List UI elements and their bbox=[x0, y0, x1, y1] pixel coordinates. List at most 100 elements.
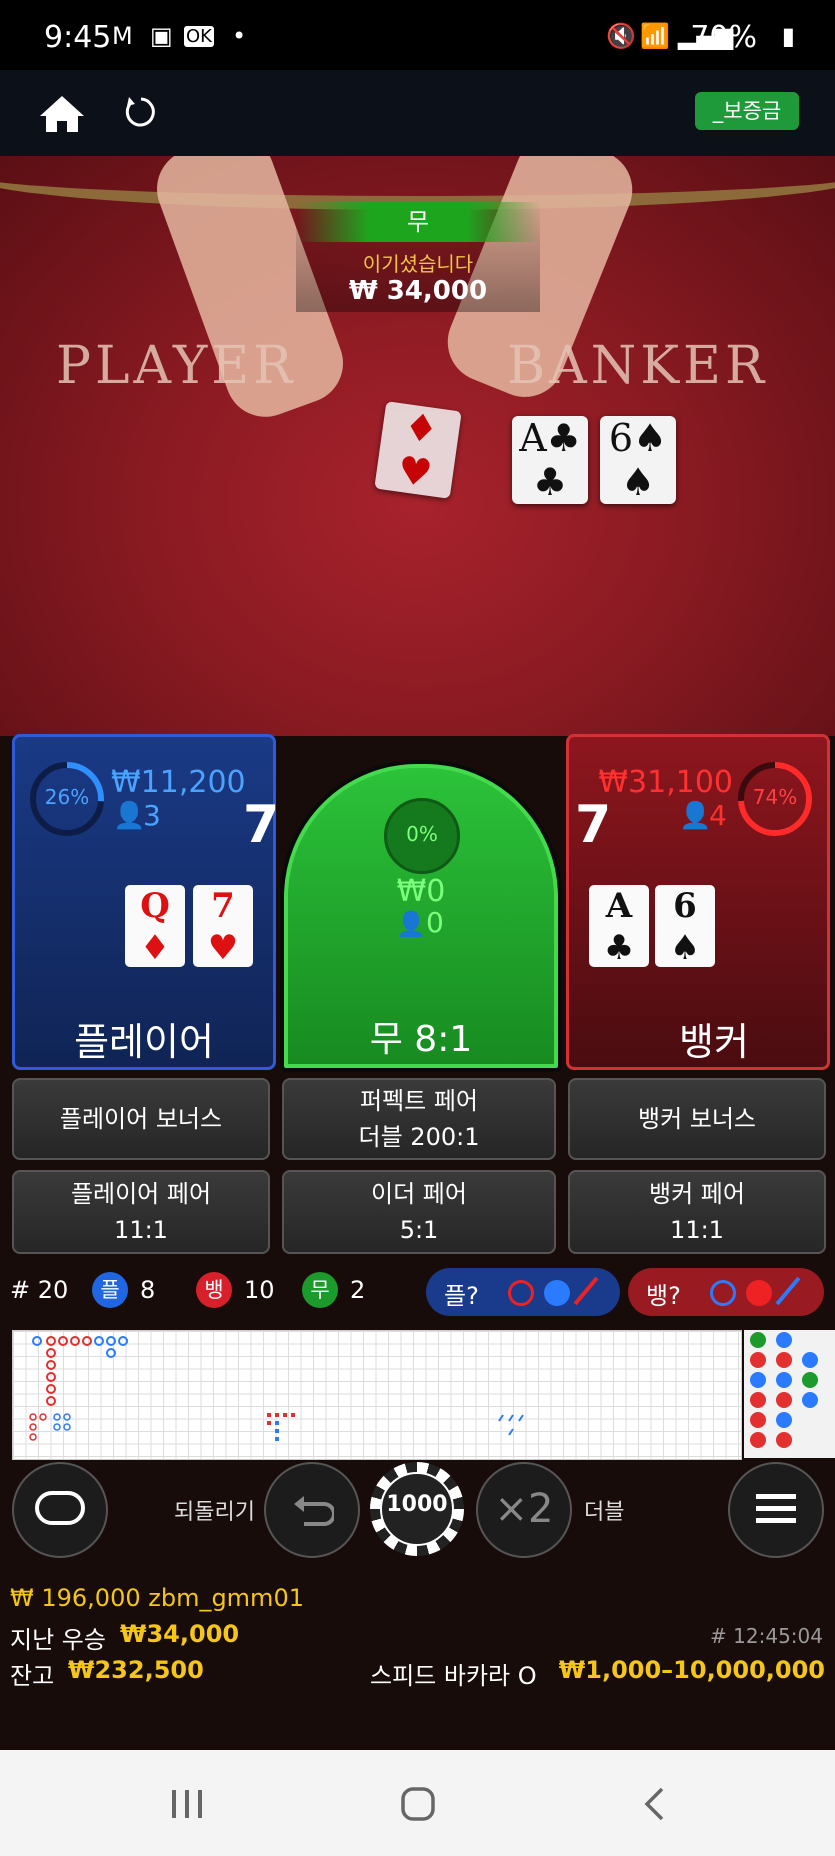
back-icon[interactable] bbox=[642, 1786, 666, 1822]
tie-percent: 0% bbox=[406, 822, 438, 846]
double-button[interactable]: ×2 bbox=[476, 1462, 572, 1558]
banker-pair-label: 뱅커 페어 bbox=[649, 1180, 745, 1208]
predict-cockroach-icon bbox=[573, 1276, 599, 1306]
double-label: 더블 bbox=[584, 1500, 625, 1525]
player-pair-odds: 11:1 bbox=[114, 1216, 168, 1244]
table-name: 스피드 바카라 O bbox=[370, 1662, 537, 1690]
hamburger-icon bbox=[756, 1494, 796, 1523]
result-amount: ₩ 34,000 bbox=[348, 276, 488, 306]
banker-bettor-icon: 👤 bbox=[679, 801, 712, 831]
mute-icon: 🔇 bbox=[606, 22, 636, 50]
either-pair-button[interactable]: 이더 페어 5:1 bbox=[282, 1170, 556, 1254]
tie-bet-zone[interactable]: 0% ₩0 👤 0 무 8:1 bbox=[280, 760, 562, 1072]
player-pair-button[interactable]: 플레이어 페어 11:1 bbox=[12, 1170, 270, 1254]
status-time: 9:45 bbox=[44, 20, 112, 55]
result-banner: 무 이기셨습니다 ₩ 34,000 bbox=[296, 202, 540, 312]
banker-bonus-button[interactable]: 뱅커 보너스 bbox=[568, 1078, 826, 1160]
round-time: # 12:45:04 bbox=[710, 1624, 823, 1648]
predict-small-road-icon bbox=[544, 1280, 570, 1306]
banker-stat-badge: 뱅 bbox=[196, 1272, 232, 1308]
banker-pair-button[interactable]: 뱅커 페어 11:1 bbox=[568, 1170, 826, 1254]
video-card-banker-1: A♣ ♣ bbox=[512, 416, 588, 504]
table-view-button[interactable] bbox=[12, 1462, 108, 1558]
live-video: PLAYER BANKER ♦ ♥ A♣ ♣ 6♠ ♠ 무 이기셨습니다 ₩ 34,0… bbox=[0, 156, 835, 736]
notification-dot-icon: • bbox=[232, 22, 247, 50]
bet-limits: ₩1,000–10,000,000 bbox=[558, 1656, 825, 1684]
player-pair-label: 플레이어 페어 bbox=[70, 1180, 212, 1208]
video-card-banker-2: 6♠ ♠ bbox=[600, 416, 676, 504]
stats-row: # 20 플 8 뱅 10 무 2 플? 뱅? bbox=[10, 1268, 830, 1316]
tie-bettor-icon: 👤 bbox=[396, 910, 426, 938]
banker-card-1: A ♣ bbox=[589, 885, 649, 968]
roadmap-marks bbox=[29, 1336, 524, 1441]
perfect-pair-button[interactable]: 퍼펙트 페어 더블 200:1 bbox=[282, 1078, 556, 1160]
menu-button[interactable] bbox=[728, 1462, 824, 1558]
player-bettor-icon: 👤 bbox=[113, 801, 146, 831]
round-number: # 20 bbox=[10, 1276, 69, 1304]
banker-bet-zone[interactable]: 74% ₩31,100 👤 4 7 A ♣ 6 ♠ 뱅커 bbox=[566, 734, 830, 1070]
tie-bettors: 0 bbox=[426, 906, 444, 939]
last-win-label: 지난 우승 bbox=[10, 1626, 106, 1654]
undo-label: 되돌리기 bbox=[174, 1500, 255, 1525]
tie-stat-count: 2 bbox=[350, 1276, 366, 1304]
refresh-icon[interactable] bbox=[124, 94, 158, 130]
battery-level: 70% bbox=[690, 20, 757, 55]
gallery-icon: ▣ bbox=[150, 22, 173, 50]
banker-score: 7 bbox=[575, 795, 612, 855]
banker-bonus-label: 뱅커 보너스 bbox=[637, 1105, 757, 1133]
player-amount: ₩11,200 bbox=[111, 765, 246, 800]
recents-icon[interactable] bbox=[170, 1788, 204, 1820]
roadmap-grid[interactable] bbox=[12, 1330, 742, 1460]
player-bettors: 3 bbox=[143, 799, 161, 832]
table-print: PLAYER BANKER bbox=[56, 336, 816, 396]
result-message: 이기셨습니다 bbox=[362, 252, 474, 276]
perfect-pair-odds: 더블 200:1 bbox=[358, 1123, 480, 1151]
player-stat-badge: 플 bbox=[92, 1272, 128, 1308]
balance-amount: ₩232,500 bbox=[68, 1656, 204, 1684]
banker-predict-label: 뱅? bbox=[646, 1282, 681, 1310]
banker-bettors: 4 bbox=[709, 799, 727, 832]
deposit-button[interactable]: _보증금 bbox=[695, 92, 799, 130]
double-icon: ×2 bbox=[494, 1486, 554, 1532]
table-text-player: PLAYER bbox=[56, 336, 297, 396]
table-text-banker: BANKER bbox=[506, 336, 769, 396]
player-predict-label: 플? bbox=[444, 1282, 479, 1310]
player-percent: 26% bbox=[44, 785, 90, 809]
banker-percent: 74% bbox=[752, 785, 798, 809]
banker-predict-button[interactable]: 뱅? bbox=[628, 1268, 824, 1316]
player-bet-zone[interactable]: 26% ₩11,200 👤 3 7 Q ♦ 7 ♥ 플레이어 bbox=[12, 734, 280, 1070]
tie-amount: ₩0 bbox=[396, 874, 446, 909]
player-predict-button[interactable]: 플? bbox=[426, 1268, 620, 1316]
wifi-icon: 📶 bbox=[640, 22, 670, 50]
banker-amount: ₩31,100 bbox=[598, 765, 733, 800]
balance-label: 잔고 bbox=[10, 1662, 55, 1690]
player-card-2: 7 ♥ bbox=[193, 885, 253, 968]
bead-road[interactable] bbox=[744, 1330, 835, 1458]
home-icon[interactable] bbox=[38, 94, 86, 134]
table-icon bbox=[35, 1491, 85, 1525]
system-nav-bar bbox=[0, 1750, 835, 1856]
predict-cockroach-icon bbox=[775, 1276, 801, 1306]
player-score: 7 bbox=[243, 795, 280, 855]
bead-road-marks bbox=[750, 1332, 818, 1448]
chip-selector[interactable]: 1000 bbox=[370, 1462, 464, 1556]
either-pair-label: 이더 페어 bbox=[371, 1180, 467, 1208]
predict-big-road-icon bbox=[508, 1280, 534, 1306]
player-stat-count: 8 bbox=[140, 1276, 156, 1304]
tie-label: 무 8:1 bbox=[369, 1019, 473, 1060]
tie-stat-badge: 무 bbox=[302, 1272, 338, 1308]
status-bar: 9:45 M ▣ OK • 🔇 📶 ▂▄▆ 70% ▮ bbox=[0, 0, 835, 70]
undo-button[interactable] bbox=[264, 1462, 360, 1558]
video-card-player: ♦ ♥ bbox=[374, 401, 462, 499]
top-bar: _보증금 bbox=[0, 70, 835, 156]
user-balance: ₩ 196,000 zbm_gmm01 bbox=[10, 1584, 304, 1612]
banker-stat-count: 10 bbox=[244, 1276, 275, 1304]
battery-icon: ▮ bbox=[781, 22, 795, 50]
either-pair-odds: 5:1 bbox=[399, 1216, 439, 1244]
banker-pair-odds: 11:1 bbox=[670, 1216, 724, 1244]
banker-card-2: 6 ♠ bbox=[655, 885, 715, 968]
home-nav-icon[interactable] bbox=[400, 1786, 436, 1822]
last-win-amount: ₩34,000 bbox=[120, 1620, 240, 1648]
player-bonus-button[interactable]: 플레이어 보너스 bbox=[12, 1078, 270, 1160]
gmail-icon: M bbox=[112, 22, 133, 50]
